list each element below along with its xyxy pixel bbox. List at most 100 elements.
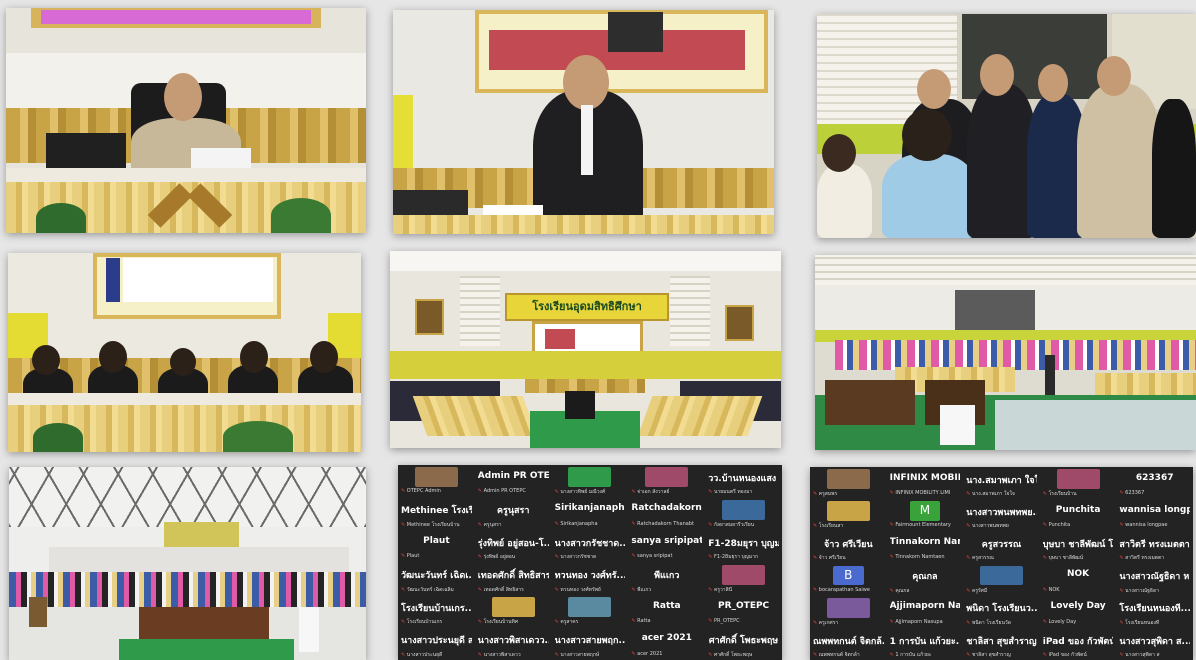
participant-label: Ajjimaporn Nasupa [890,619,961,625]
participant-label: ครูสมพร [813,490,884,498]
participant-label: พนิดา โรงเรียนวัด [966,619,1037,627]
participant-name: Methinee โรงเรี... [401,506,472,517]
participant-name: จ้าว ศรีเวียน [823,540,873,551]
participant-name: นางสาวสุพิดา ส... [1119,636,1190,647]
banner-text: โรงเรียนอุดมสิทธิศึกษา [532,300,642,313]
participant-name: iPad ของ กัวพัตน์ [1042,636,1114,647]
participant-name: INFINIX MOBILI... [889,472,961,483]
photo-speaker-podium [393,10,774,234]
participant-label: OTEPC Admin [401,488,472,494]
participant-label: จ่าเอก สังวาลย์ [631,488,702,496]
participant-label: ครูเกศรา [813,619,884,627]
photo-speaker-table [6,8,366,233]
participant-label: Admin PR OTEPC [478,488,549,494]
participant-label: PR_OTEPC [708,618,779,624]
participant-label: นางสาวทิพย์ มณีวงศ์ [555,488,626,496]
participant-name: ครูนุสรา [497,506,530,517]
photo-large-hall [815,255,1196,450]
participant-label: โรงเรียนบ้านทิศ [478,618,549,626]
zoom-gallery-1: OTEPC Admin Admin PR OTEPC Admin PR OTEPC น… [398,465,782,660]
participant-name: Lovely Day [1050,601,1106,612]
participant-label: F1-28มยุรา บุญมาก [708,553,779,561]
participant-name: sanya sripipat [631,535,703,546]
participant-label: NOK [1043,587,1114,593]
participant-label: Plaut [401,553,472,559]
participant-name: โรงเรียนหนองที... [1119,604,1190,615]
participant-name: Ratta [652,600,681,611]
participant-name: เทอดศักดิ์ สิทธิสาร [477,571,549,582]
participant-label: วัฒนะวันทร์ เฉิดเฉลิม [401,586,472,594]
participant-label: Fairmount Elementary [890,522,961,528]
participant-video [826,469,870,489]
participant-name: พีแเกว [654,571,680,582]
participant-video [980,565,1023,586]
participant-name: บุษบา ชาลีพัฒน์ โ... [1042,540,1114,551]
participant-label: เทอดศักดิ์ สิทธิสาร [478,586,549,594]
participant-name: NOK [1067,569,1090,580]
participant-name: นาง.สมาพเภา ใจใ... [966,475,1037,486]
participant-label: โรงเรียนบ้าน [1043,490,1114,498]
participant-label: ชาลิสา สุขสำราญ [966,651,1037,659]
participant-video [826,501,870,522]
photo-hall-banner: โรงเรียนอุดมสิทธิศึกษา [390,251,781,448]
participant-video [568,597,612,618]
participant-avatar: M [909,501,941,522]
participant-name: F1-28มยุรา บุญมาก [708,538,779,549]
participant-name: PR_OTEPC [718,600,770,611]
participant-label: Lovely Day [1043,619,1114,625]
participant-name: acer 2021 [641,633,692,644]
participant-video [568,467,612,488]
participant-label: Punchita [1043,522,1114,528]
participant-label: นางสาวพนพทพย [966,522,1037,530]
photo-group-conversation [817,14,1196,238]
participant-label: ทวนทอง วงศ์ทรัพย์ [555,586,626,594]
participant-name: นางสาวพิสาเดวว... [477,636,549,647]
participant-label: Methinee โรงเรียนบ้าน [401,521,472,529]
participant-name: วว.บ้านหนองแสง ส... [708,473,779,484]
participant-label: Ratta [631,618,702,624]
participant-name: Plaut [423,535,450,546]
participant-label: โรงเรียนสา [813,522,884,530]
participant-label: sanya sripipat [631,553,702,559]
participant-name: Sirikanjanapha [554,503,626,514]
participant-name: Tinnakorn Nam... [889,537,961,548]
participant-label: ครูสาคร [555,618,626,626]
participant-label: acer 2021 [631,651,702,657]
participant-name: 623367 [1135,472,1174,483]
participant-label: นาง.สมาพเภา ใจใจ [966,490,1037,498]
participant-label: นางสาวพิสาเดวว [478,651,549,659]
photo-panel-five [8,253,361,452]
participant-label: จ้าว ศรีเวียน [813,554,884,562]
participant-video [491,597,535,618]
participant-label: นางสาวกรัชชาด [555,553,626,561]
participant-name: Admin PR OTEPC [477,470,549,481]
participant-label: คุณกล [890,587,961,595]
participant-label: พีแเกว [631,586,702,594]
participant-label: โรงเรียนหนองที [1119,619,1190,627]
participant-video [645,467,689,488]
participant-label: bocarapathan Saiwe [813,587,884,593]
participant-name: ทวนทอง วงศ์ทรั... [554,571,626,582]
participant-video [826,597,870,618]
participant-name: นางสาวณัฐธิดา ห... [1119,572,1190,583]
photo-group-gym [9,467,366,660]
participant-label: ศาศักดิ์ โพธะพฤษ [708,651,779,659]
participant-label: Tinnakorn Namtaen [890,554,961,560]
participant-label: ครูสวรรณ [966,554,1037,562]
hall-banner: โรงเรียนอุดมสิทธิศึกษา [505,293,669,321]
participant-label: บุษบา ชาลีพัฒน์ [1043,554,1114,562]
participant-name: ชาลิสา สุขสำราญ [966,636,1037,647]
participant-label: 1 การบัน แก้วยะ [890,651,961,659]
participant-name: พนิดา โรงเรียนว... [966,604,1037,615]
participant-label: นางสาวณัฐธิดา [1119,587,1190,595]
participant-name: นางสาวประนยุดี ส... [401,636,472,647]
participant-label: ณพพทกนต์ จิตกล้า [813,651,884,659]
participant-name: Ratchadakorn T... [631,503,702,514]
participant-label: Ratchadakorn Thanabt [631,521,702,527]
participant-name: นางสาวพนพทพย... [966,507,1037,518]
participant-name: wannisa longpae [1119,504,1190,515]
participant-name: นางสาวสายพฤก... [554,636,626,647]
participant-video [414,467,458,488]
zoom-gallery-2: ครูสมพร INFINIX MOBILI... INFINIX MOBILITY… [810,467,1193,660]
participant-name: ณพพทกนต์ จิตกล้... [813,636,884,647]
